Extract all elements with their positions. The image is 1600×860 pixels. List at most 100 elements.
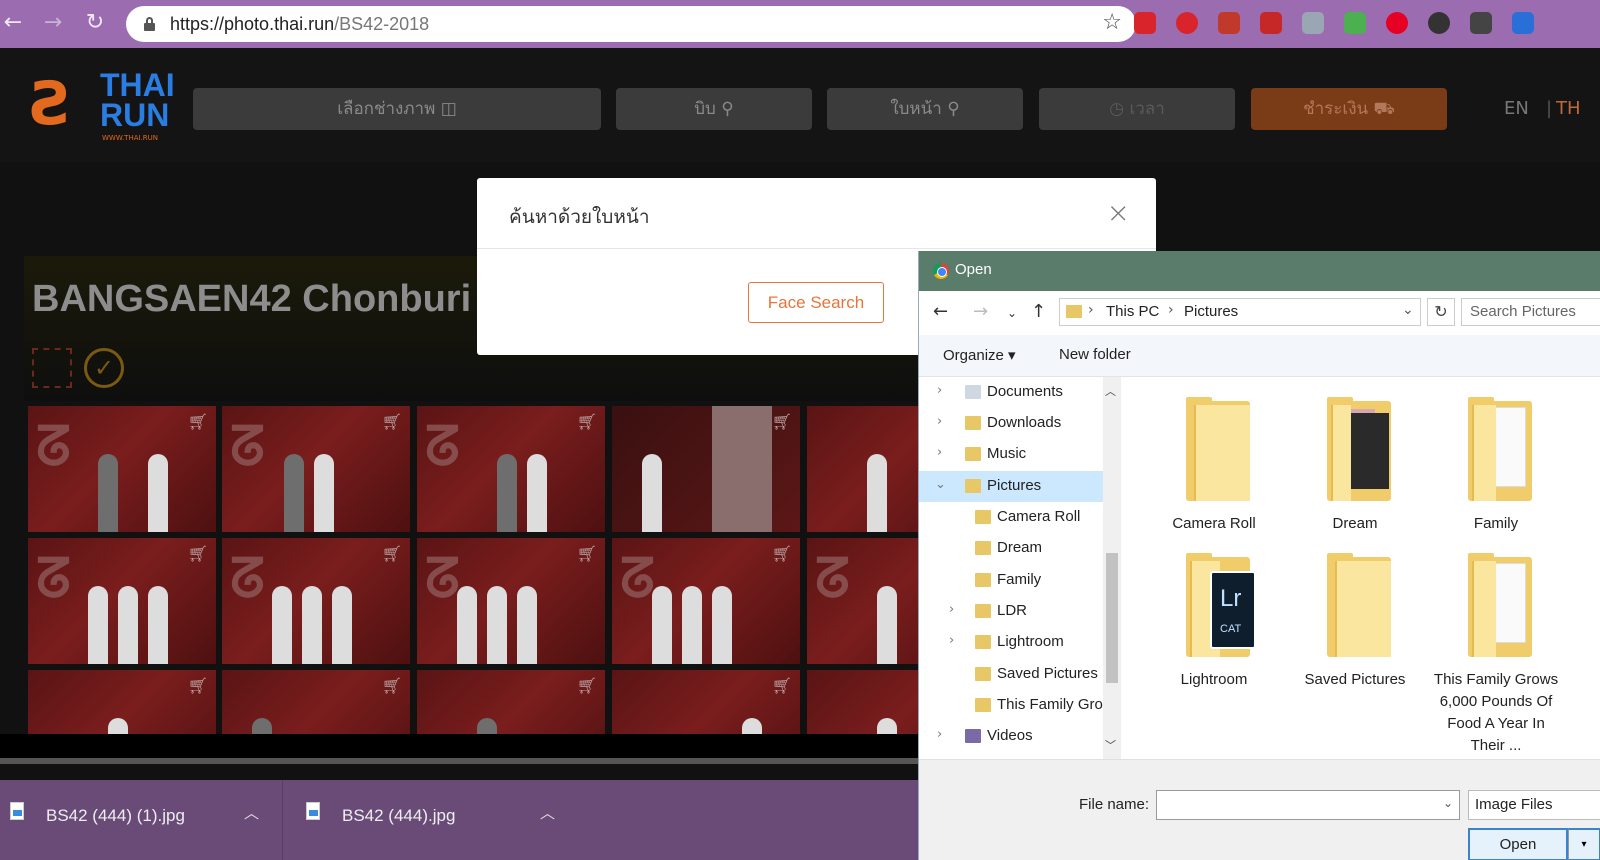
search-input[interactable]: Search Pictures <box>1461 298 1600 326</box>
tree-item-dream[interactable]: Dream <box>919 533 1103 564</box>
breadcrumb-pictures[interactable]: Pictures <box>1184 303 1238 320</box>
photo-thumbnail[interactable]: 🛒︎ <box>612 406 800 532</box>
tree-scrollbar[interactable]: ︿ ﹀ <box>1103 377 1121 759</box>
photo-thumbnail[interactable]: ᘔ🛒︎ <box>222 538 410 664</box>
download-item[interactable]: BS42 (444).jpg ︿ <box>296 780 576 860</box>
tree-item-camera-roll[interactable]: Camera Roll <box>919 502 1103 533</box>
open-button[interactable]: Open <box>1468 828 1568 860</box>
file-list: Camera Roll Dream Family Lr CAT Lightroom… <box>1124 377 1600 759</box>
time-filter-button[interactable]: ◷ เวลา <box>1039 88 1235 130</box>
extension-video-icon[interactable] <box>1134 12 1156 34</box>
chevron-down-icon[interactable]: ⌄ <box>1007 306 1017 320</box>
chevron-down-icon[interactable]: ⌄ <box>1402 302 1414 318</box>
forward-arrow-icon[interactable]: → <box>973 301 988 322</box>
face-search-button[interactable]: Face Search <box>748 282 884 323</box>
chevron-down-icon[interactable]: ⌄ <box>1443 796 1453 810</box>
extension-pinterest-icon[interactable] <box>1386 12 1408 34</box>
cart-icon[interactable]: 🛒︎ <box>577 544 597 563</box>
photo-thumbnail[interactable]: 🛒︎ <box>222 670 410 734</box>
folder-icon <box>975 604 991 618</box>
cart-icon[interactable]: 🛒︎ <box>382 544 402 563</box>
photo-thumbnail[interactable]: 🛒︎ <box>28 670 216 734</box>
tree-item-downloads[interactable]: › Downloads <box>919 408 1103 439</box>
photo-thumbnail[interactable]: 🛒︎ <box>807 670 918 734</box>
tree-item-videos[interactable]: › Videos <box>919 721 1103 752</box>
close-icon[interactable]: × <box>1107 196 1130 229</box>
cart-icon[interactable]: 🛒︎ <box>577 412 597 431</box>
new-folder-button[interactable]: New folder <box>1059 346 1131 363</box>
file-name-field[interactable]: ⌄ <box>1156 790 1460 820</box>
refresh-icon[interactable]: ↻ <box>1427 298 1455 326</box>
cart-icon[interactable]: 🛒︎ <box>577 676 597 695</box>
camera-icon: ◫ <box>440 99 457 119</box>
tree-item-pictures[interactable]: ⌄ Pictures <box>919 471 1103 502</box>
folder-icon: Lr CAT <box>1186 553 1256 657</box>
photo-thumbnail[interactable]: 🛒︎ <box>417 670 605 734</box>
face-search-nav-button[interactable]: ใบหน้า ⚲ <box>827 88 1023 130</box>
select-photographer-button[interactable]: เลือกช่างภาพ ◫ <box>193 88 601 130</box>
chevron-up-icon[interactable]: ︿ <box>1105 383 1116 399</box>
dialog-titlebar[interactable]: Open <box>919 251 1600 291</box>
address-bar[interactable]: https://photo.thai.run/BS42-2018 ☆ <box>126 6 1136 42</box>
extension-ublock-icon[interactable] <box>1260 12 1282 34</box>
tree-item-documents[interactable]: › Documents <box>919 377 1103 408</box>
folder-icon <box>1186 397 1250 501</box>
photo-thumbnail[interactable]: ᘔ🛒︎ <box>417 538 605 664</box>
cart-icon[interactable]: 🛒︎ <box>772 676 792 695</box>
face-scan-icon[interactable] <box>32 348 72 388</box>
photo-thumbnail[interactable]: ᘔ🛒︎ <box>612 538 800 664</box>
thairun-logo[interactable]: Ƨ THAI RUN WWW.THAI.RUN <box>30 68 180 148</box>
extension-download-icon[interactable] <box>1302 12 1324 34</box>
search-icon: ⚲ <box>721 99 734 119</box>
reload-icon[interactable]: ↻ <box>82 10 108 36</box>
chevron-up-icon[interactable]: ︿ <box>244 802 259 823</box>
forward-arrow-icon[interactable]: → <box>40 10 66 36</box>
file-type-select[interactable]: Image Files <box>1468 790 1600 820</box>
folder-icon <box>975 667 991 681</box>
photo-thumbnail[interactable]: 🛒︎ <box>612 670 800 734</box>
cart-icon[interactable]: 🛒︎ <box>772 544 792 563</box>
download-item[interactable]: BS42 (444) (1).jpg ︿ <box>0 780 280 860</box>
tree-item-ldr[interactable]: › LDR <box>919 596 1103 627</box>
extension-shield-icon[interactable] <box>1176 12 1198 34</box>
extension-green-arrow-icon[interactable] <box>1344 12 1366 34</box>
lang-en-link[interactable]: EN <box>1504 98 1529 119</box>
organize-menu[interactable]: Organize ▾ <box>943 346 1016 364</box>
tree-item-lightroom[interactable]: › Lightroom <box>919 627 1103 658</box>
photo-thumbnail[interactable]: ᘔ🛒︎ <box>807 538 918 664</box>
breadcrumb-this-pc[interactable]: This PC <box>1106 303 1159 320</box>
extension-recycle-icon[interactable] <box>1218 12 1240 34</box>
cart-icon[interactable]: 🛒︎ <box>188 412 208 431</box>
photo-thumbnail[interactable]: ᘔ🛒︎ <box>222 406 410 532</box>
extension-camera-icon[interactable] <box>1428 12 1450 34</box>
cart-icon[interactable]: 🛒︎ <box>188 676 208 695</box>
up-arrow-icon[interactable]: ↑ <box>1031 301 1046 322</box>
bib-search-button[interactable]: บิบ ⚲ <box>616 88 812 130</box>
photo-thumbnail[interactable]: ᘔ🛒︎ <box>28 538 216 664</box>
photo-thumbnail[interactable]: ᘔ🛒︎ <box>417 406 605 532</box>
back-arrow-icon[interactable]: ← <box>0 10 26 36</box>
bookmark-star-icon[interactable]: ☆ <box>1102 10 1122 35</box>
scrollbar-thumb[interactable] <box>1106 553 1118 683</box>
chevron-down-icon[interactable]: ﹀ <box>1105 737 1116 753</box>
path-breadcrumb[interactable]: › This PC › Pictures ⌄ <box>1059 298 1421 326</box>
extension-down-arrow-icon[interactable] <box>1470 12 1492 34</box>
tree-item-music[interactable]: › Music <box>919 439 1103 470</box>
open-dropdown-icon[interactable]: ▾ <box>1568 828 1600 860</box>
photo-thumbnail[interactable]: 🛒︎ <box>807 406 918 532</box>
cart-icon[interactable]: 🛒︎ <box>772 412 792 431</box>
check-circle-icon[interactable]: ✓ <box>84 348 124 388</box>
videos-folder-icon <box>965 729 981 743</box>
tree-item-this-family[interactable]: This Family Gro <box>919 690 1103 721</box>
back-arrow-icon[interactable]: ← <box>933 301 948 322</box>
cart-icon[interactable]: 🛒︎ <box>382 676 402 695</box>
cart-icon[interactable]: 🛒︎ <box>188 544 208 563</box>
photo-thumbnail[interactable]: ᘔ🛒︎ <box>28 406 216 532</box>
checkout-button[interactable]: ชำระเงิน ⛟ <box>1251 88 1447 130</box>
chevron-up-icon[interactable]: ︿ <box>540 802 555 823</box>
cart-icon[interactable]: 🛒︎ <box>382 412 402 431</box>
lang-th-link[interactable]: TH <box>1556 98 1581 119</box>
extension-rocket-icon[interactable] <box>1512 12 1534 34</box>
tree-item-saved-pictures[interactable]: Saved Pictures <box>919 659 1103 690</box>
tree-item-family[interactable]: Family <box>919 565 1103 596</box>
